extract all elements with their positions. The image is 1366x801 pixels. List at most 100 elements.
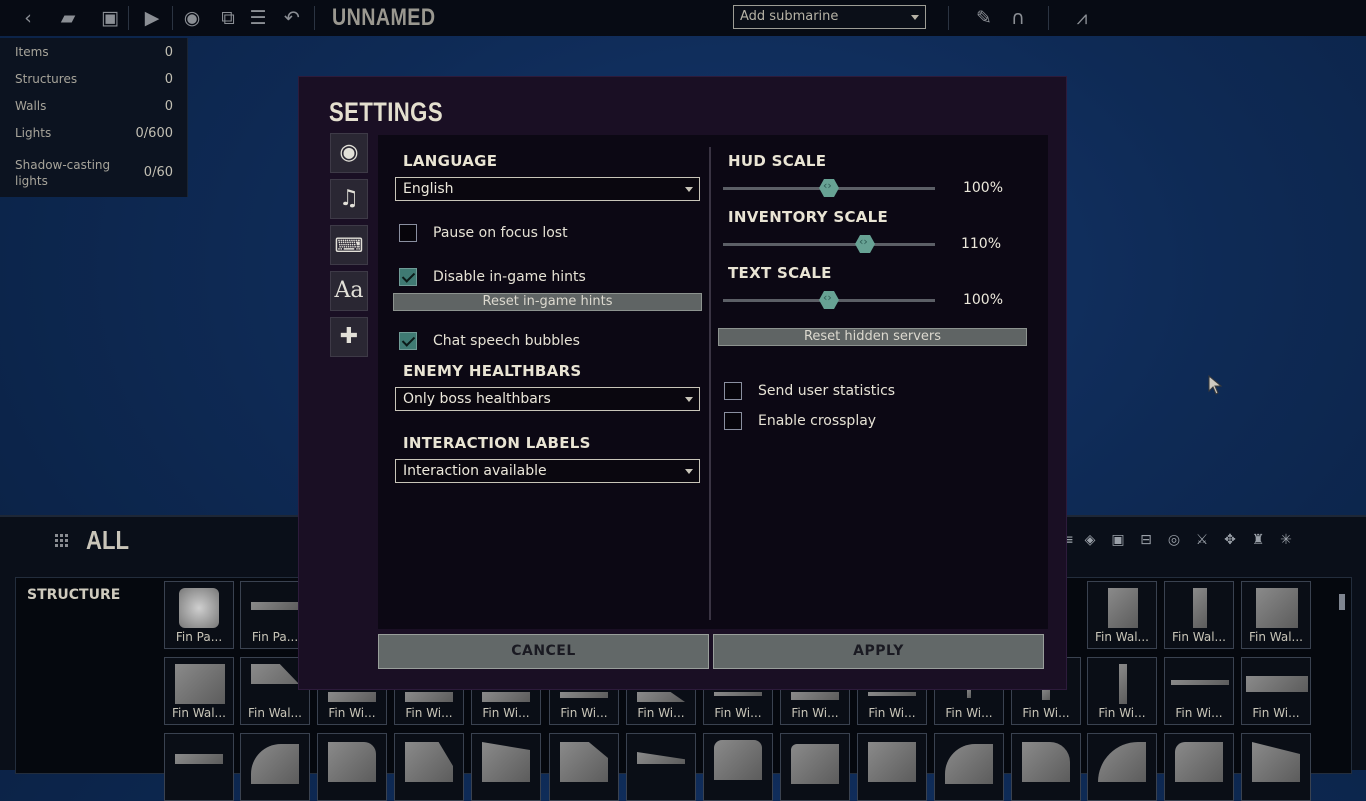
add-submarine-label: Add submarine (740, 9, 839, 24)
save-icon[interactable]: ▣ (98, 7, 122, 29)
play-icon[interactable]: ▶ (140, 7, 164, 29)
pencil-icon[interactable]: ✎ (972, 7, 996, 29)
interaction-labels-heading: INTERACTION LABELS (403, 434, 591, 452)
stat-value: 0 (164, 72, 173, 87)
tab-controls[interactable]: ⌨ (330, 225, 368, 265)
entity-tile[interactable]: Fin Wal... (164, 657, 234, 725)
enemy-healthbars-dropdown[interactable]: Only boss healthbars (395, 387, 700, 411)
eye-icon: ◉ (339, 140, 359, 165)
undo-icon[interactable]: ↶ (280, 7, 304, 29)
entity-tile[interactable] (1087, 733, 1157, 801)
puzzle-icon: ✚ (339, 324, 359, 349)
chat-bubbles-checkbox[interactable] (399, 332, 417, 350)
entity-tile[interactable] (857, 733, 927, 801)
enemy-healthbars-value: Only boss healthbars (403, 391, 551, 407)
entity-tile[interactable] (703, 733, 773, 801)
entity-tile[interactable] (626, 733, 696, 801)
reactor-icon[interactable]: ◎ (1164, 532, 1184, 548)
entity-label: Fin Wi... (791, 706, 839, 720)
pause-focus-checkbox[interactable] (399, 224, 417, 242)
font-icon: Aa (334, 278, 364, 303)
tab-gameplay[interactable]: Aa (330, 271, 368, 311)
stat-value: 0 (164, 45, 173, 60)
open-folder-icon[interactable]: ▰ (56, 7, 80, 29)
tab-audio[interactable]: ♫ (330, 179, 368, 219)
category-title: ALL (86, 525, 129, 555)
tab-mods[interactable]: ✚ (330, 317, 368, 357)
weapon-icon[interactable]: ⚔ (1192, 532, 1212, 548)
structure-scrollbar[interactable] (1339, 584, 1345, 764)
entity-tile[interactable]: Fin Wi... (1241, 657, 1311, 725)
back-icon[interactable]: ‹ (16, 7, 40, 29)
add-submarine-dropdown[interactable]: Add submarine (733, 5, 926, 29)
reset-hidden-servers-button[interactable]: Reset hidden servers (718, 328, 1027, 346)
chevron-down-icon (685, 469, 693, 474)
stat-shadow-lights: Shadow-casting lights 0/60 (15, 157, 173, 189)
submarine-name[interactable]: UNNAMED (332, 4, 435, 32)
visibility-icon[interactable]: ◉ (180, 7, 204, 29)
stat-value: 0/60 (143, 165, 173, 180)
keyboard-icon: ⌨ (334, 233, 364, 257)
graph-icon[interactable]: ⩘ (1070, 7, 1094, 29)
disable-hints-checkbox[interactable] (399, 268, 417, 286)
editor-toolbar: ‹ ▰ ▣ ▶ ◉ ⧉ ☰ ↶ UNNAMED Add submarine ✎ … (0, 0, 1366, 36)
container-icon[interactable]: ⊟ (1136, 532, 1156, 548)
headphones-icon: ♫ (339, 186, 359, 211)
stat-label: Lights (15, 126, 52, 140)
entity-tile[interactable] (164, 733, 234, 801)
device-icon[interactable]: ▣ (1108, 532, 1128, 548)
entity-tile[interactable] (471, 733, 541, 801)
send-statistics-checkbox[interactable] (724, 382, 742, 400)
text-scale-heading: TEXT SCALE (728, 264, 832, 282)
entity-label: Fin Wi... (1175, 706, 1223, 720)
layers-icon[interactable]: ☰ (246, 7, 270, 29)
crossplay-checkbox[interactable] (724, 412, 742, 430)
entity-label: Fin Wal... (171, 706, 226, 720)
entity-tile[interactable]: Fin Wal... (1241, 581, 1311, 649)
disable-hints-label: Disable in-game hints (433, 269, 586, 285)
tag-icon[interactable]: ◈ (1080, 532, 1100, 548)
stat-structures: Structures 0 (15, 72, 173, 87)
language-dropdown[interactable]: English (395, 177, 700, 201)
turret-icon[interactable]: ✥ (1220, 532, 1240, 548)
chevron-down-icon (685, 187, 693, 192)
entity-label: Fin Wi... (1252, 706, 1300, 720)
entity-tile[interactable] (394, 733, 464, 801)
entity-tile[interactable]: Fin Wal... (1087, 581, 1157, 649)
entity-tile[interactable] (1011, 733, 1081, 801)
entity-tile[interactable]: Fin Wi... (1164, 657, 1234, 725)
entity-tile[interactable]: Fin Wal... (1164, 581, 1234, 649)
entity-tile[interactable]: Fin Wi... (1087, 657, 1157, 725)
entity-label: Fin Wi... (637, 706, 685, 720)
entity-tile[interactable]: Fin Pa... (164, 581, 234, 649)
crossplay-label: Enable crossplay (758, 413, 877, 429)
stat-items: Items 0 (15, 45, 173, 60)
diving-suit-icon[interactable]: ♜ (1248, 532, 1268, 548)
entity-tile[interactable] (1164, 733, 1234, 801)
entity-tile[interactable] (317, 733, 387, 801)
hud-scale-slider[interactable] (723, 179, 935, 197)
scrollbar-thumb[interactable] (1339, 594, 1345, 610)
structure-heading: STRUCTURE (27, 587, 121, 603)
cancel-button[interactable]: CANCEL (378, 634, 709, 669)
submarine-stats-panel: Items 0 Structures 0 Walls 0 Lights 0/60… (0, 38, 188, 197)
interaction-labels-dropdown[interactable]: Interaction available (395, 459, 700, 483)
entity-label: Fin Wal... (1171, 630, 1226, 644)
entity-tile[interactable] (549, 733, 619, 801)
tab-graphics[interactable]: ◉ (330, 133, 368, 173)
inventory-scale-slider[interactable] (723, 235, 935, 253)
toolbar-divider (172, 6, 173, 30)
entity-tile[interactable] (934, 733, 1004, 801)
copy-icon[interactable]: ⧉ (216, 7, 240, 29)
stat-walls: Walls 0 (15, 99, 173, 114)
text-scale-slider[interactable] (723, 291, 935, 309)
reset-hints-button[interactable]: Reset in-game hints (393, 293, 702, 311)
entity-tile[interactable] (780, 733, 850, 801)
settings-dialog: SETTINGS ◉ ♫ ⌨ Aa ✚ LANGUAGE English Pau… (299, 77, 1066, 689)
entity-tile[interactable] (240, 733, 310, 801)
wiring-icon[interactable]: ∩ (1006, 7, 1030, 29)
entity-tile[interactable] (1241, 733, 1311, 801)
grid-icon[interactable] (55, 534, 69, 548)
apply-button[interactable]: APPLY (713, 634, 1044, 669)
misc-icon[interactable]: ✳ (1276, 532, 1296, 548)
